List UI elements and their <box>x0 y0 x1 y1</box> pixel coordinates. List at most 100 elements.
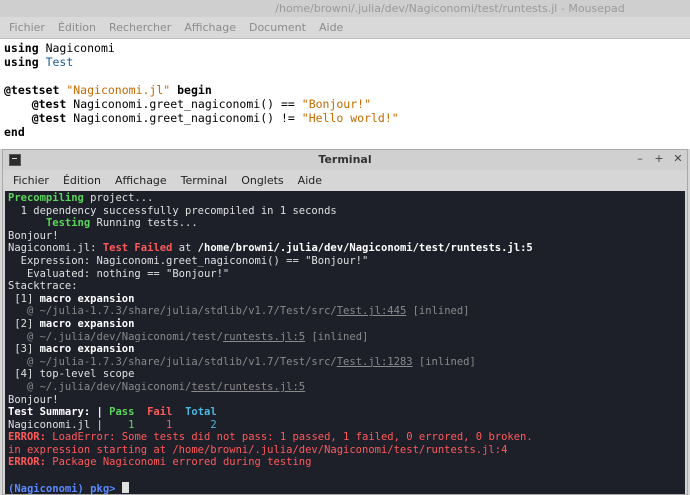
terminal-menu-aide[interactable]: Aide <box>292 174 328 187</box>
frame-tag: [inlined] <box>412 355 476 368</box>
summary-row-name: Nagiconomi.jl | <box>8 418 110 431</box>
terminal-line: Evaluated: nothing == "Bonjour!" <box>8 267 230 280</box>
stacktrace-location: @ ~/julia-1.7.3/share/julia/stdlib/v1.7/… <box>8 356 476 368</box>
testing-label: Testing <box>45 217 91 230</box>
maximize-icon[interactable]: + <box>652 152 666 166</box>
minimize-icon[interactable]: – <box>633 152 647 166</box>
summary-pass-count: 1 <box>109 418 135 431</box>
code-module: Nagiconomi <box>45 41 115 55</box>
close-icon[interactable]: ✕ <box>671 152 685 166</box>
terminal-prompt-line[interactable]: (Nagiconomi) pkg> <box>8 481 129 494</box>
mousepad-menu-fichier[interactable]: Fichier <box>4 21 50 34</box>
terminal-line: Testing Running tests... <box>8 217 198 229</box>
frame-number: [3] <box>8 343 40 356</box>
frame-file-link[interactable]: test/runtests.jl:5 <box>191 381 305 393</box>
terminal-line: 1 dependency successfully precompiled in… <box>8 204 337 217</box>
code-expression: Nagiconomi.greet_nagiconomi() == <box>73 97 295 111</box>
terminal-line: in expression starting at /home/browni/.… <box>8 443 508 456</box>
terminal-line: Bonjour! <box>8 229 59 242</box>
terminal-line: Nagiconomi.jl: Test Failed at /home/brow… <box>8 242 533 254</box>
mousepad-window-title: /home/browni/.julia/dev/Nagiconomi/test/… <box>275 2 625 15</box>
frame-path: @ ~/.julia/dev/Nagiconomi/ <box>8 380 192 393</box>
terminal-window-title: Terminal <box>318 153 372 166</box>
mousepad-text-editor[interactable]: using Nagiconomi using Test @testset "Na… <box>0 39 690 149</box>
mousepad-menubar: Fichier Édition Rechercher Affichage Doc… <box>0 17 690 39</box>
text-cursor <box>121 481 129 493</box>
summary-total-header: Total <box>185 406 217 419</box>
code-line-2: using Test <box>4 55 73 69</box>
precompiling-label: Precompiling <box>8 192 84 204</box>
terminal-menu-affichage[interactable]: Affichage <box>109 174 173 187</box>
code-line-6: @test Nagiconomi.greet_nagiconomi() != "… <box>4 111 399 125</box>
code-line-7: end <box>4 125 25 139</box>
summary-total-count: 2 <box>172 418 217 431</box>
error-label: ERROR: <box>8 431 46 444</box>
terminal-output[interactable]: Precompiling project... 1 dependency suc… <box>5 191 685 494</box>
stacktrace-location: @ ~/.julia/dev/Nagiconomi/test/runtests.… <box>8 381 305 393</box>
fail-at: at <box>172 242 198 255</box>
stacktrace-location: @ ~/julia-1.7.3/share/julia/stdlib/v1.7/… <box>8 305 470 317</box>
code-line-1: using Nagiconomi <box>4 41 115 55</box>
frame-tag: [inlined] <box>305 330 369 343</box>
mousepad-menu-aide[interactable]: Aide <box>314 21 348 34</box>
frame-number: [1] <box>8 292 40 305</box>
code-string: "Nagiconomi.jl" <box>66 83 171 97</box>
terminal-line: Precompiling project... <box>8 192 153 204</box>
testing-text: Running tests... <box>90 217 198 230</box>
test-failed-label: Test Failed <box>102 242 173 255</box>
mousepad-titlebar: /home/browni/.julia/dev/Nagiconomi/test/… <box>0 0 690 17</box>
fail-prefix: Nagiconomi.jl: <box>8 242 103 255</box>
mousepad-menu-edition[interactable]: Édition <box>53 21 101 34</box>
frame-file-link[interactable]: Test.jl:445 <box>337 305 407 317</box>
terminal-window: Terminal – + ✕ Fichier Édition Affichage… <box>2 149 688 495</box>
terminal-line: Bonjour! <box>8 393 59 406</box>
terminal-menu-fichier[interactable]: Fichier <box>7 174 55 187</box>
terminal-titlebar[interactable]: Terminal – + ✕ <box>3 150 687 170</box>
precompiling-text: project... <box>83 192 154 204</box>
frame-path: @ ~/julia-1.7.3/share/julia/stdlib/v1.7/… <box>8 355 337 368</box>
frame-name: macro expansion <box>39 343 135 356</box>
code-line-5: @test Nagiconomi.greet_nagiconomi() == "… <box>4 97 371 111</box>
frame-name: top-level scope <box>39 368 135 381</box>
frame-path: @ ~/julia-1.7.3/share/julia/stdlib/v1.7/… <box>8 305 337 318</box>
frame-tag: [inlined] <box>406 305 470 318</box>
summary-label: Test Summary: | <box>8 406 110 419</box>
code-string: "Bonjour!" <box>301 97 372 111</box>
mousepad-menu-document[interactable]: Document <box>244 21 311 34</box>
stacktrace-frame: [4] top-level scope <box>8 368 134 380</box>
terminal-line: Stacktrace: <box>8 280 78 293</box>
stacktrace-frame: [1] macro expansion <box>8 293 134 305</box>
code-keyword: using <box>4 41 39 55</box>
terminal-menu-terminal[interactable]: Terminal <box>175 174 234 187</box>
frame-number: [4] <box>8 368 40 381</box>
mousepad-menu-rechercher[interactable]: Rechercher <box>104 21 176 34</box>
frame-path: @ ~/.julia/dev/Nagiconomi/test/ <box>8 330 223 343</box>
frame-name: macro expansion <box>39 317 135 330</box>
frame-file-link[interactable]: runtests.jl:5 <box>223 331 305 343</box>
terminal-menu-onglets[interactable]: Onglets <box>235 174 289 187</box>
mousepad-menu-affichage[interactable]: Affichage <box>179 21 241 34</box>
terminal-menu-edition[interactable]: Édition <box>57 174 107 187</box>
test-summary-header: Test Summary: | Pass Fail Total <box>8 406 217 418</box>
terminal-line: Expression: Nagiconomi.greet_nagiconomi(… <box>8 254 369 267</box>
code-line-4: @testset "Nagiconomi.jl" begin <box>4 83 212 97</box>
error-message: Package Nagiconomi errored during testin… <box>45 456 312 469</box>
terminal-line: ERROR: Package Nagiconomi errored during… <box>8 456 311 468</box>
code-macro: @test <box>31 97 67 111</box>
code-expression: Nagiconomi.greet_nagiconomi() != <box>73 111 295 125</box>
terminal-line: ERROR: LoadError: Some tests did not pas… <box>8 431 533 443</box>
code-macro: @test <box>31 111 67 125</box>
code-module: Test <box>45 55 74 69</box>
stacktrace-frame: [2] macro expansion <box>8 318 134 330</box>
pkg-prompt: (Nagiconomi) pkg> <box>8 482 122 494</box>
code-keyword: begin <box>177 83 212 97</box>
code-string: "Hello world!" <box>301 111 399 125</box>
summary-fail-count: 1 <box>134 418 173 431</box>
test-summary-row: Nagiconomi.jl | 1 1 2 <box>8 419 217 431</box>
stacktrace-frame: [3] macro expansion <box>8 343 134 355</box>
error-message: LoadError: Some tests did not pass: 1 pa… <box>45 431 533 444</box>
fail-path: /home/browni/.julia/dev/Nagiconomi/test/… <box>197 242 533 255</box>
frame-file-link[interactable]: Test.jl:1283 <box>337 356 413 368</box>
summary-pass-header: Pass <box>109 406 135 419</box>
error-label: ERROR: <box>8 456 46 469</box>
